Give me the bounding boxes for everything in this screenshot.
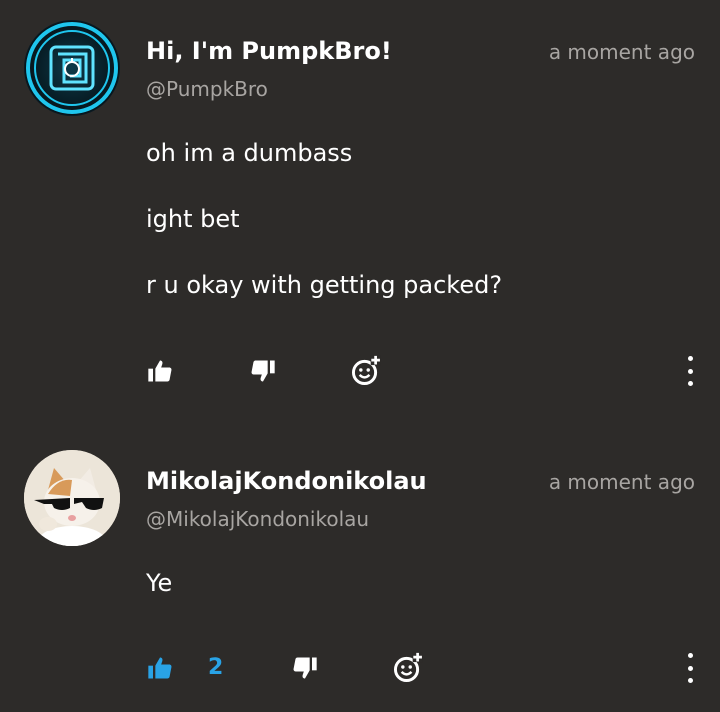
avatar[interactable] bbox=[24, 450, 120, 546]
thumbs-down-icon bbox=[251, 360, 275, 382]
like-button[interactable] bbox=[143, 354, 177, 388]
author-name[interactable]: Hi, I'm PumpkBro! bbox=[146, 37, 392, 65]
add-reaction-button[interactable] bbox=[350, 353, 384, 387]
avatar[interactable] bbox=[24, 20, 120, 116]
dot bbox=[687, 381, 693, 386]
like-button[interactable] bbox=[143, 651, 177, 685]
add-reaction-button[interactable] bbox=[392, 650, 426, 684]
more-options-button[interactable] bbox=[684, 653, 696, 683]
dot bbox=[687, 665, 693, 671]
comment-line: ight bet bbox=[146, 205, 240, 233]
thumbs-down-icon bbox=[293, 657, 317, 679]
comment-timestamp: a moment ago bbox=[548, 40, 695, 64]
author-handle: @MikolajKondonikolau bbox=[146, 507, 370, 531]
dot bbox=[687, 653, 693, 658]
add-emoji-icon bbox=[393, 652, 423, 683]
dot bbox=[687, 368, 693, 374]
author-handle: @PumpkBro bbox=[146, 77, 268, 101]
comment-line: r u okay with getting packed? bbox=[146, 271, 503, 299]
comment-line: Ye bbox=[146, 569, 173, 597]
comment-2: MikolajKondonikolau a moment ago @Mikola… bbox=[0, 430, 720, 712]
cat-with-sunglasses-avatar bbox=[24, 450, 120, 546]
dot bbox=[687, 356, 693, 361]
like-count: 2 bbox=[208, 655, 224, 680]
dislike-button[interactable] bbox=[246, 354, 280, 388]
comment-timestamp: a moment ago bbox=[548, 470, 695, 494]
pumpkin-maze-logo-icon bbox=[25, 21, 119, 115]
author-name[interactable]: MikolajKondonikolau bbox=[146, 467, 427, 495]
dot bbox=[687, 678, 693, 683]
comment-1: Hi, I'm PumpkBro! a moment ago @PumpkBro… bbox=[0, 0, 720, 420]
more-options-button[interactable] bbox=[684, 356, 696, 386]
thumbs-up-icon bbox=[148, 360, 172, 382]
add-emoji-icon bbox=[351, 355, 381, 386]
comment-line: oh im a dumbass bbox=[146, 139, 353, 167]
dislike-button[interactable] bbox=[288, 651, 322, 685]
thumbs-up-icon bbox=[148, 657, 172, 679]
